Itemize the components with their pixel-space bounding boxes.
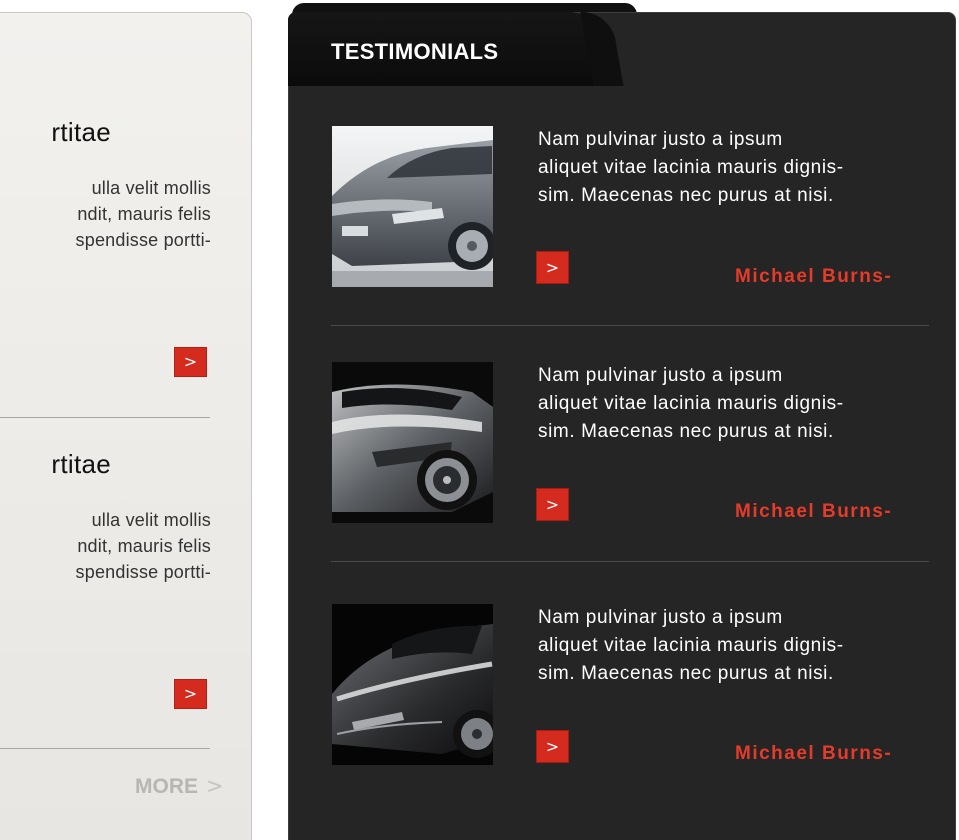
service-text-line: ndit, mauris felis — [77, 536, 211, 556]
testimonial-text-line: Nam pulvinar justo a ipsum — [538, 607, 783, 628]
service-text-line: ulla velit mollis — [91, 178, 211, 198]
read-more-arrow-button[interactable]: > — [174, 679, 207, 709]
testimonial-item: Nam pulvinar justo a ipsum aliquet vitae… — [288, 604, 956, 804]
silver-car-photo — [332, 126, 493, 287]
testimonial-text-line: sim. Maecenas nec purus at nisi. — [538, 185, 834, 206]
testimonial-item: Nam pulvinar justo a ipsum aliquet vitae… — [288, 362, 956, 562]
services-panel: rtitae ulla velit mollis ndit, mauris fe… — [0, 12, 252, 840]
testimonial-item: Nam pulvinar justo a ipsum aliquet vitae… — [288, 126, 956, 326]
testimonial-author: Michael Burns- — [735, 266, 893, 287]
more-link[interactable]: MORE > — [135, 774, 224, 799]
service-text-line: spendisse portti- — [75, 562, 211, 582]
sports-car-side-photo — [332, 362, 493, 523]
read-more-arrow-button[interactable]: > — [174, 347, 207, 377]
read-more-arrow-button[interactable]: > — [536, 730, 569, 763]
more-label: MORE — [135, 775, 198, 798]
testimonial-author: Michael Burns- — [735, 743, 893, 764]
service-description: ulla velit mollis ndit, mauris felis spe… — [0, 507, 211, 585]
service-text-line: spendisse portti- — [75, 230, 211, 250]
testimonial-text-line: sim. Maecenas nec purus at nisi. — [538, 663, 834, 684]
service-text-line: ndit, mauris felis — [77, 204, 211, 224]
testimonial-text-line: sim. Maecenas nec purus at nisi. — [538, 421, 834, 442]
testimonial-text-line: aliquet vitae lacinia mauris dignis- — [538, 393, 844, 414]
divider — [0, 417, 210, 418]
service-title: rtitae — [51, 449, 111, 479]
testimonial-text-line: Nam pulvinar justo a ipsum — [538, 129, 783, 150]
testimonials-heading: TESTIMONIALS — [331, 39, 499, 64]
service-text-line: ulla velit mollis — [91, 510, 211, 530]
testimonial-text: Nam pulvinar justo a ipsum aliquet vitae… — [538, 126, 938, 210]
divider — [331, 561, 929, 562]
testimonial-text-line: aliquet vitae lacinia mauris dignis- — [538, 635, 844, 656]
divider — [0, 748, 210, 749]
read-more-arrow-button[interactable]: > — [536, 251, 569, 284]
service-description: ulla velit mollis ndit, mauris felis spe… — [0, 175, 211, 253]
testimonial-text-line: Nam pulvinar justo a ipsum — [538, 365, 783, 386]
service-title: rtitae — [51, 117, 111, 147]
sports-car-front-photo — [332, 604, 493, 765]
testimonial-text-line: aliquet vitae lacinia mauris dignis- — [538, 157, 844, 178]
testimonial-author: Michael Burns- — [735, 501, 893, 522]
testimonial-text: Nam pulvinar justo a ipsum aliquet vitae… — [538, 604, 938, 688]
chevron-right-icon: > — [206, 774, 224, 798]
divider — [331, 325, 929, 326]
testimonial-text: Nam pulvinar justo a ipsum aliquet vitae… — [538, 362, 938, 446]
read-more-arrow-button[interactable]: > — [536, 488, 569, 521]
